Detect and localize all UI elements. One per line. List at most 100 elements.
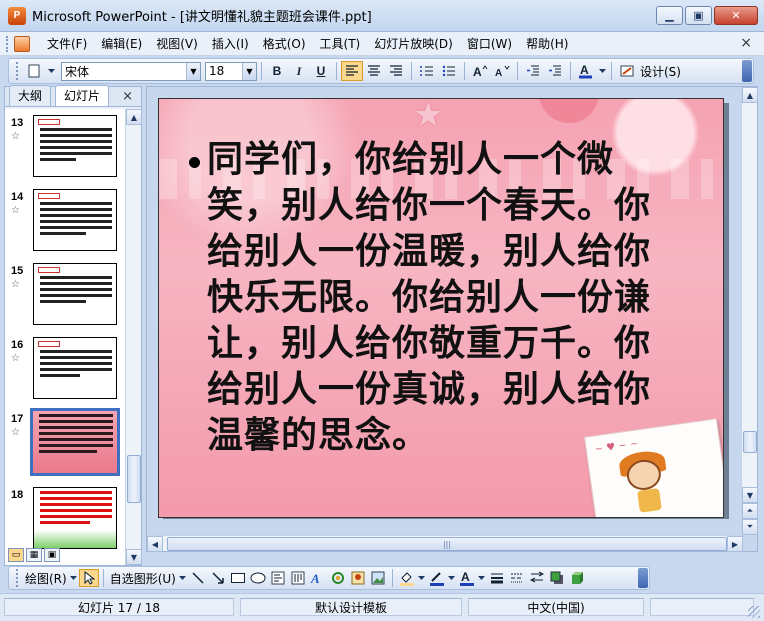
minimize-button[interactable]: ▁ xyxy=(656,6,683,25)
slide-thumbnail-17[interactable] xyxy=(30,408,120,476)
rectangle-tool-icon[interactable] xyxy=(228,569,248,587)
increase-indent-icon[interactable] xyxy=(544,61,566,81)
scroll-down-icon[interactable]: ▼ xyxy=(126,549,142,565)
menu-window[interactable]: 窗口(W) xyxy=(460,33,519,54)
next-slide-icon[interactable]: ⏷ xyxy=(742,519,758,535)
underline-button[interactable]: U xyxy=(310,61,332,81)
normal-view-icon[interactable]: ▭ xyxy=(8,548,24,562)
numbering-icon[interactable] xyxy=(416,61,438,81)
menu-edit[interactable]: 编辑(E) xyxy=(94,33,149,54)
scroll-left-icon[interactable]: ◀ xyxy=(147,536,163,552)
autoshapes-button[interactable]: 自选图形(U) xyxy=(110,570,176,587)
menu-view[interactable]: 视图(V) xyxy=(149,33,205,54)
powerpoint-app-icon[interactable]: P xyxy=(8,6,26,25)
dash-style-icon[interactable] xyxy=(507,569,527,587)
menu-grip[interactable] xyxy=(6,35,10,52)
new-slide-icon[interactable] xyxy=(23,61,45,81)
scroll-down-icon[interactable]: ▼ xyxy=(742,487,758,503)
close-pane-icon[interactable]: × xyxy=(122,89,133,104)
bold-button[interactable]: B xyxy=(266,61,288,81)
slide-thumbnail-14[interactable] xyxy=(33,189,117,251)
fill-color-icon[interactable] xyxy=(397,569,417,587)
close-window-button[interactable]: ✕ xyxy=(714,6,758,25)
thumbnail-row[interactable]: 16 ☆ xyxy=(5,335,125,407)
line-style-icon[interactable] xyxy=(487,569,507,587)
scroll-up-icon[interactable]: ▲ xyxy=(126,109,142,125)
increase-font-size-icon[interactable]: A xyxy=(469,61,491,81)
line-tool-icon[interactable] xyxy=(188,569,208,587)
restore-button[interactable]: ▣ xyxy=(685,6,712,25)
document-icon[interactable] xyxy=(14,35,30,52)
arrow-style-icon[interactable] xyxy=(527,569,547,587)
draw-menu-button[interactable]: 绘图(R) xyxy=(25,570,67,587)
toolbar-grip[interactable] xyxy=(16,569,20,587)
text-box-icon[interactable] xyxy=(268,569,288,587)
cartoon-girl-image[interactable]: ~ ♥ ~ ~ ♥ ~ ~ xyxy=(583,418,723,517)
vertical-text-box-icon[interactable] xyxy=(288,569,308,587)
decrease-indent-icon[interactable] xyxy=(522,61,544,81)
new-dropdown-icon[interactable] xyxy=(45,61,57,81)
slideshow-view-icon[interactable]: ▣ xyxy=(44,548,60,562)
align-right-icon[interactable] xyxy=(385,61,407,81)
select-objects-icon[interactable] xyxy=(78,569,99,587)
font-color-dropdown-icon[interactable] xyxy=(597,61,607,81)
thumbnail-row[interactable]: 15 ☆ xyxy=(5,261,125,333)
chevron-down-icon[interactable] xyxy=(447,569,457,587)
font-color-icon[interactable]: A xyxy=(575,61,597,81)
slide-horizontal-scrollbar[interactable]: ◀ ||| ▶ xyxy=(147,535,743,552)
slide-thumbnail-16[interactable] xyxy=(33,337,117,399)
slide-thumbnail-13[interactable] xyxy=(33,115,117,177)
clip-art-icon[interactable] xyxy=(348,569,368,587)
scroll-right-icon[interactable]: ▶ xyxy=(727,536,743,552)
tab-slides[interactable]: 幻灯片 xyxy=(55,85,110,106)
3d-style-icon[interactable] xyxy=(567,569,587,587)
toolbar-grip[interactable] xyxy=(16,62,20,80)
italic-button[interactable]: I xyxy=(288,61,310,81)
menu-insert[interactable]: 插入(I) xyxy=(205,33,256,54)
current-slide[interactable]: ★ 同学们，你给别人一个微笑，别人给你一个春天。你给别人一份温暖，别人给你快乐无… xyxy=(158,98,724,518)
draw-font-color-icon[interactable]: A xyxy=(457,569,477,587)
menu-format[interactable]: 格式(O) xyxy=(256,33,313,54)
shadow-style-icon[interactable] xyxy=(547,569,567,587)
slide-vertical-scrollbar[interactable]: ▲ ▼ ⏶ ⏷ xyxy=(741,87,758,535)
font-name-combobox[interactable]: 宋体 ▼ xyxy=(61,61,201,81)
toolbar-options-icon[interactable] xyxy=(742,60,752,82)
toolbar-options-icon[interactable] xyxy=(638,568,648,588)
thumbnail-row[interactable]: 14 ☆ xyxy=(5,187,125,259)
slides-pane-scrollbar[interactable]: ▲ ▼ xyxy=(125,109,142,565)
chevron-down-icon[interactable] xyxy=(69,569,79,587)
decrease-font-size-icon[interactable]: A xyxy=(491,61,513,81)
tab-outline[interactable]: 大纲 xyxy=(9,85,52,106)
menu-slideshow[interactable]: 幻灯片放映(D) xyxy=(367,33,460,54)
scroll-up-icon[interactable]: ▲ xyxy=(742,87,758,103)
scroll-thumb[interactable] xyxy=(127,455,141,503)
slide-thumbnail-15[interactable] xyxy=(33,263,117,325)
chevron-down-icon[interactable]: ▼ xyxy=(242,62,256,80)
menu-help[interactable]: 帮助(H) xyxy=(519,33,575,54)
chevron-down-icon[interactable]: ▼ xyxy=(186,62,200,80)
font-size-combobox[interactable]: 18 ▼ xyxy=(205,61,257,81)
align-center-icon[interactable] xyxy=(363,61,385,81)
slide-sorter-view-icon[interactable]: ▦ xyxy=(26,548,42,562)
chevron-down-icon[interactable] xyxy=(417,569,427,587)
chevron-down-icon[interactable] xyxy=(178,569,188,587)
insert-picture-icon[interactable] xyxy=(368,569,388,587)
arrow-tool-icon[interactable] xyxy=(208,569,228,587)
diagram-icon[interactable] xyxy=(328,569,348,587)
scroll-thumb[interactable] xyxy=(743,431,757,453)
design-button[interactable]: 设计(S) xyxy=(640,63,681,80)
previous-slide-icon[interactable]: ⏶ xyxy=(742,503,758,519)
chevron-down-icon[interactable] xyxy=(477,569,487,587)
thumbnail-row[interactable]: 18 xyxy=(5,485,125,557)
thumbnail-row-selected[interactable]: 17 ☆ xyxy=(5,408,125,481)
slide-body-text[interactable]: 同学们，你给别人一个微笑，别人给你一个春天。你给别人一份温暖，别人给你快乐无限。… xyxy=(207,137,682,459)
scroll-thumb[interactable]: ||| xyxy=(167,537,727,551)
menu-file[interactable]: 文件(F) xyxy=(40,33,94,54)
resize-grip-icon[interactable] xyxy=(748,606,760,618)
slide-thumbnail-18[interactable] xyxy=(33,487,117,549)
line-color-icon[interactable] xyxy=(427,569,447,587)
align-left-icon[interactable] xyxy=(341,61,363,81)
design-icon[interactable] xyxy=(616,61,638,81)
bullets-icon[interactable] xyxy=(438,61,460,81)
oval-tool-icon[interactable] xyxy=(248,569,268,587)
